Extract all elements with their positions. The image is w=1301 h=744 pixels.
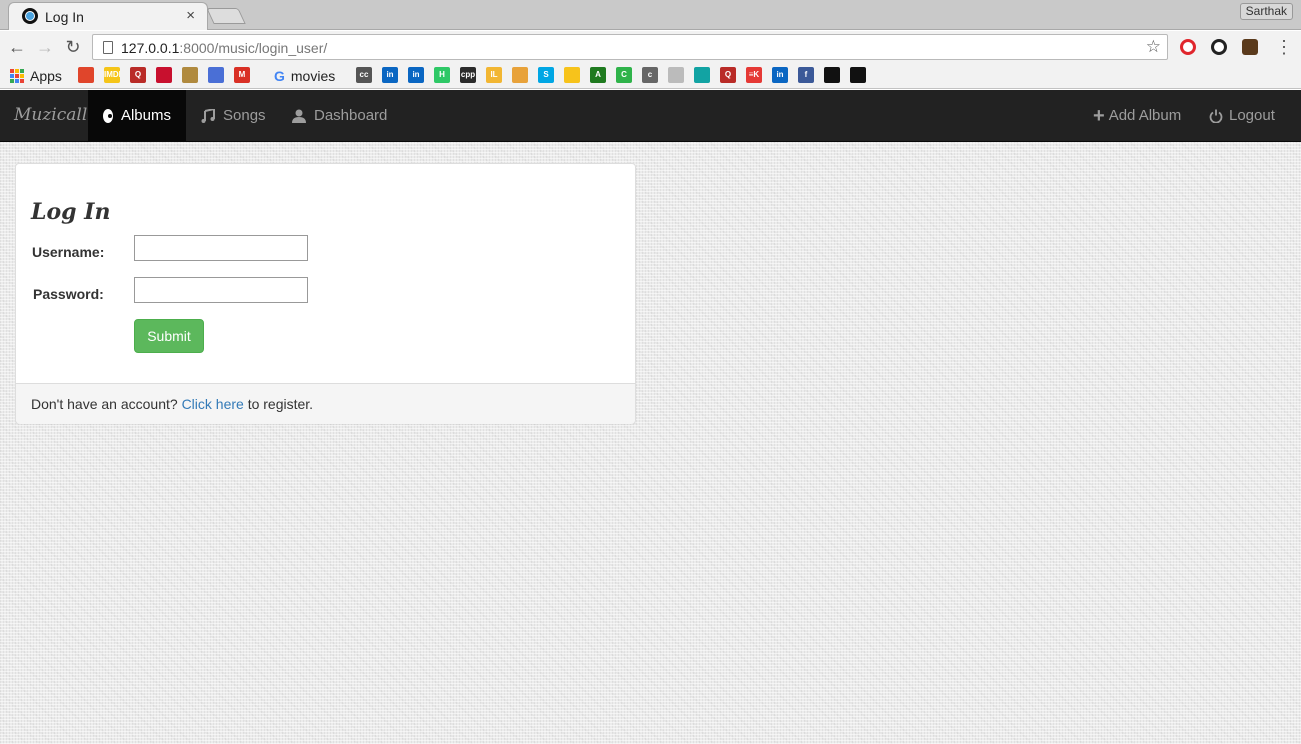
disc-icon	[103, 108, 113, 123]
nav-logout[interactable]: Logout	[1194, 90, 1290, 141]
extension-icon-2[interactable]	[1211, 39, 1227, 55]
username-input[interactable]	[134, 235, 308, 261]
page-info-icon[interactable]	[103, 41, 113, 54]
bookmark-icon-17[interactable]: A	[590, 67, 606, 83]
browser-tab-strip: Log In × Sarthak	[0, 0, 1301, 30]
bookmark-movies[interactable]: G movies	[274, 67, 335, 85]
login-title: Log In	[31, 199, 111, 225]
google-icon: G	[274, 68, 285, 84]
tab-favicon-icon	[22, 8, 38, 24]
github-icon[interactable]	[850, 67, 866, 83]
quora-icon-2[interactable]: Q	[720, 67, 736, 83]
bookmark-icon-4[interactable]	[156, 67, 172, 83]
plus-icon: +	[1093, 104, 1105, 127]
register-link[interactable]: Click here	[182, 396, 244, 412]
back-arrow-icon[interactable]: ←	[5, 35, 29, 59]
imdb-icon[interactable]: IMDb	[104, 67, 120, 83]
linkedin-icon-3[interactable]: in	[772, 67, 788, 83]
nav-logout-label: Logout	[1229, 107, 1275, 124]
quora-icon[interactable]: Q	[130, 67, 146, 83]
facebook-icon[interactable]: f	[798, 67, 814, 83]
bookmark-star-icon[interactable]: ☆	[1146, 37, 1161, 57]
cc-icon[interactable]: cc	[356, 67, 372, 83]
bookmark-icon-19[interactable]: c	[642, 67, 658, 83]
footer-suffix: to register.	[247, 396, 314, 412]
password-input[interactable]	[134, 277, 308, 303]
bookmarks-bar: Apps IMDbQM G movies ccininHcppILSACcQ≡K…	[0, 63, 1301, 89]
bookmark-icon-16[interactable]	[564, 67, 580, 83]
nav-albums[interactable]: Albums	[88, 90, 186, 141]
bookmark-icon-26[interactable]	[824, 67, 840, 83]
nav-add-album-label: Add Album	[1108, 107, 1182, 124]
page-background: Log In Username: Password: Submit Don't …	[0, 142, 1301, 744]
browser-tab-active[interactable]: Log In ×	[8, 2, 208, 30]
nav-songs-label: Songs	[223, 107, 266, 124]
register-footer: Don't have an account? Click here to reg…	[16, 383, 635, 424]
user-icon	[292, 109, 306, 123]
bookmark-group-left: IMDb Q M	[78, 67, 250, 83]
footer-prefix: Don't have an account?	[31, 396, 178, 412]
hackerrank-icon[interactable]: H	[434, 67, 450, 83]
nav-songs[interactable]: Songs	[186, 90, 281, 141]
bookmark-icon-14[interactable]	[512, 67, 528, 83]
username-label: Username:	[32, 244, 105, 260]
page-icon-bm[interactable]	[668, 67, 684, 83]
brand-logo[interactable]: Muzicall	[14, 105, 87, 125]
bookmark-icon-1[interactable]	[78, 67, 94, 83]
music-note-icon	[201, 107, 215, 123]
nav-dashboard[interactable]: Dashboard	[277, 90, 402, 141]
linkedin-icon-1[interactable]: in	[382, 67, 398, 83]
tab-close-icon[interactable]: ×	[186, 7, 195, 24]
bookmark-movies-label: movies	[290, 68, 336, 84]
bookmark-icon-15[interactable]: S	[538, 67, 554, 83]
bookmark-icon-5[interactable]	[182, 67, 198, 83]
browser-menu-icon[interactable]: ⋮	[1272, 35, 1296, 59]
submit-button[interactable]: Submit	[134, 319, 204, 353]
nav-add-album[interactable]: + Add Album	[1078, 90, 1196, 141]
linkedin-icon-2[interactable]: in	[408, 67, 424, 83]
url-text: 127.0.0.1:8000/music/login_user/	[121, 40, 328, 56]
nav-dashboard-label: Dashboard	[314, 107, 388, 124]
login-panel: Log In Username: Password: Submit Don't …	[15, 163, 636, 424]
extension-icon-3[interactable]	[1242, 39, 1258, 55]
bookmark-apps[interactable]: Apps	[10, 67, 62, 85]
power-icon	[1209, 109, 1223, 123]
bookmark-icon-18[interactable]: C	[616, 67, 632, 83]
forward-arrow-icon[interactable]: →	[33, 35, 57, 59]
password-label: Password:	[33, 286, 104, 302]
reload-icon[interactable]: ↻	[61, 35, 85, 59]
address-bar[interactable]: 127.0.0.1:8000/music/login_user/ ☆	[92, 34, 1168, 60]
bookmark-apps-label: Apps	[30, 68, 62, 84]
bookmark-icon-6[interactable]	[208, 67, 224, 83]
cpp-icon[interactable]: cpp	[460, 67, 476, 83]
bookmark-icon-23[interactable]: ≡K	[746, 67, 762, 83]
app-navbar: Muzicall Albums Songs Dashboard + Add Al…	[0, 90, 1301, 142]
gmail-icon[interactable]: M	[234, 67, 250, 83]
profile-button[interactable]: Sarthak	[1239, 3, 1293, 20]
opera-extension-icon[interactable]	[1180, 39, 1196, 55]
browser-toolbar: ← → ↻ 127.0.0.1:8000/music/login_user/ ☆…	[0, 31, 1301, 63]
nav-albums-label: Albums	[120, 107, 171, 124]
bookmark-icon-13[interactable]: IL	[486, 67, 502, 83]
tab-title: Log In	[45, 9, 84, 25]
bookmark-group-right: cc in in Hcpp IL S A Cc Q ≡K in f	[356, 67, 866, 83]
new-tab-button[interactable]	[206, 8, 246, 24]
apps-grid-icon	[10, 69, 24, 83]
bookmark-icon-21[interactable]	[694, 67, 710, 83]
